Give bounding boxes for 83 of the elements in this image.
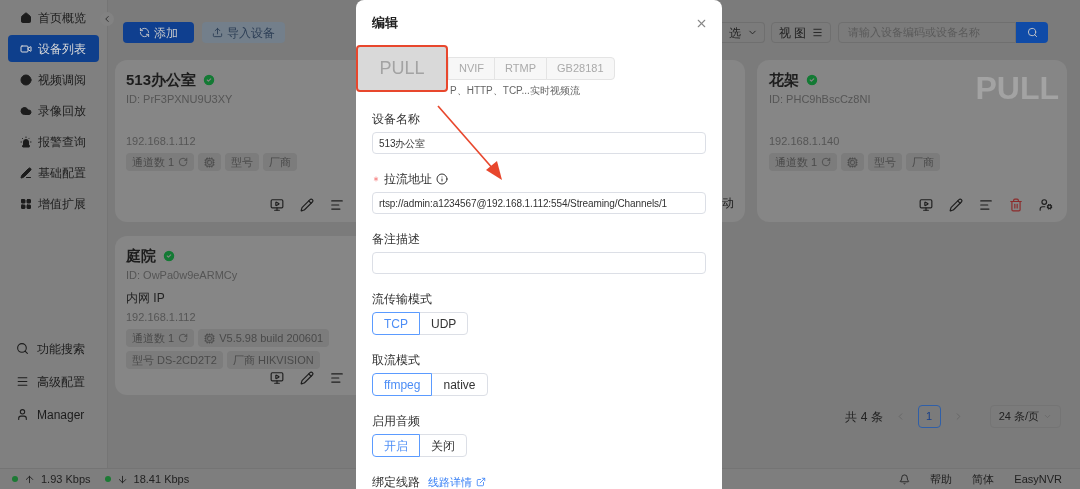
device-name: 庭院 xyxy=(126,245,156,266)
sidebar-item[interactable]: Manager xyxy=(8,401,99,428)
menu-icon xyxy=(812,27,824,38)
search-icon xyxy=(16,342,29,355)
device-name: 花架 xyxy=(769,69,799,90)
grid-icon xyxy=(20,197,32,210)
segment-option[interactable]: ffmpeg xyxy=(372,373,433,396)
text-field[interactable]: 513办公室 xyxy=(372,132,706,154)
video-camera-icon xyxy=(20,42,32,55)
user-icon[interactable] xyxy=(1037,196,1055,214)
route-details-link[interactable]: 线路详情 xyxy=(428,473,486,489)
segment-option[interactable]: 开启 xyxy=(372,434,420,457)
upload-arrow-icon xyxy=(24,473,35,485)
chip-icon xyxy=(204,156,216,168)
field-label: 启用音频 xyxy=(372,413,420,430)
access-type-option[interactable]: NVIF xyxy=(448,57,496,80)
sidebar-item[interactable]: 首页概览 xyxy=(8,4,99,31)
segment-option[interactable]: UDP xyxy=(419,312,469,335)
access-hint: P、HTTP、TCP...实时视频流 xyxy=(449,84,581,98)
pencil-icon[interactable] xyxy=(947,196,965,214)
sidebar-item[interactable]: 报警查询 xyxy=(8,128,99,155)
menu-icon xyxy=(16,375,29,388)
play-screen-icon[interactable] xyxy=(268,196,286,214)
chevron-left-icon xyxy=(102,14,112,24)
segment-option[interactable]: native xyxy=(431,373,488,396)
refresh-icon xyxy=(178,333,189,343)
chip-icon xyxy=(847,156,859,168)
segment-option[interactable]: 关闭 xyxy=(419,434,467,457)
segment-option[interactable]: TCP xyxy=(372,312,420,335)
page-size-select[interactable]: 24 条/页 xyxy=(989,405,1061,428)
user-icon xyxy=(16,408,29,421)
device-name: 513办公室 xyxy=(126,69,197,90)
bell-icon xyxy=(899,473,911,485)
add-button[interactable]: 添加 xyxy=(123,22,194,43)
external-link-icon xyxy=(476,477,486,487)
total-count: 共 4 条 xyxy=(845,408,883,426)
field-label: 拉流地址 xyxy=(384,171,432,188)
sidebar-item[interactable]: 视频调阅 xyxy=(8,66,99,93)
search-button[interactable] xyxy=(1016,22,1048,43)
upload-rate: 1.93 Kbps xyxy=(41,471,91,487)
status-link[interactable]: EasyNVR xyxy=(1014,470,1062,488)
refresh-icon xyxy=(821,157,832,167)
refresh-icon xyxy=(178,157,189,167)
refresh-icon xyxy=(139,27,150,38)
filter-dropdown[interactable]: 选 xyxy=(722,22,765,43)
search-icon xyxy=(1026,27,1038,38)
sidebar-item[interactable]: 录像回放 xyxy=(8,97,99,124)
field-label: 备注描述 xyxy=(372,231,420,248)
page-number[interactable]: 1 xyxy=(917,405,941,428)
pen-icon xyxy=(20,166,32,179)
sidebar-item[interactable]: 设备列表 xyxy=(8,35,99,62)
siren-icon xyxy=(20,135,32,148)
sidebar-item[interactable]: 增值扩展 xyxy=(8,190,99,217)
sidebar-item[interactable]: 高级配置 xyxy=(8,368,99,395)
view-button[interactable]: 视 图 xyxy=(771,22,831,43)
field-label: 绑定线路 xyxy=(372,474,420,489)
field-label: 设备名称 xyxy=(372,111,420,128)
network-label: 内网 IP xyxy=(126,290,165,307)
pencil-icon[interactable] xyxy=(298,196,316,214)
sidebar-item[interactable]: 基础配置 xyxy=(8,159,99,186)
text-field[interactable]: rtsp://admin:a1234567@192.168.1.112:554/Streaming/Channels/1 xyxy=(372,192,706,214)
download-arrow-icon xyxy=(116,473,128,485)
status-link[interactable]: 帮助 xyxy=(930,470,953,488)
trash-icon[interactable] xyxy=(1007,196,1025,214)
text-field[interactable] xyxy=(372,252,706,274)
download-rate: 18.41 Kbps xyxy=(133,471,190,487)
pencil-icon[interactable] xyxy=(298,369,316,387)
access-type-option[interactable]: RTMP xyxy=(494,57,548,80)
dialog-title: 编辑 xyxy=(372,14,398,33)
play-screen-icon[interactable] xyxy=(268,369,286,387)
sidebar-item[interactable]: 功能搜索 xyxy=(8,335,99,362)
import-button[interactable]: 导入设备 xyxy=(202,22,285,43)
house-icon xyxy=(20,11,32,24)
cloud-icon xyxy=(20,104,32,117)
access-type-option[interactable]: GB28181 xyxy=(546,57,615,80)
play-screen-icon[interactable] xyxy=(917,196,935,214)
chip-icon xyxy=(204,332,216,344)
status-link[interactable]: 简体 xyxy=(972,470,995,488)
action-text: 动 xyxy=(722,195,734,212)
field-label: 流传输模式 xyxy=(372,291,432,308)
upload-icon xyxy=(212,27,223,38)
field-label: 取流模式 xyxy=(372,352,420,369)
play-circle-icon xyxy=(20,73,32,86)
